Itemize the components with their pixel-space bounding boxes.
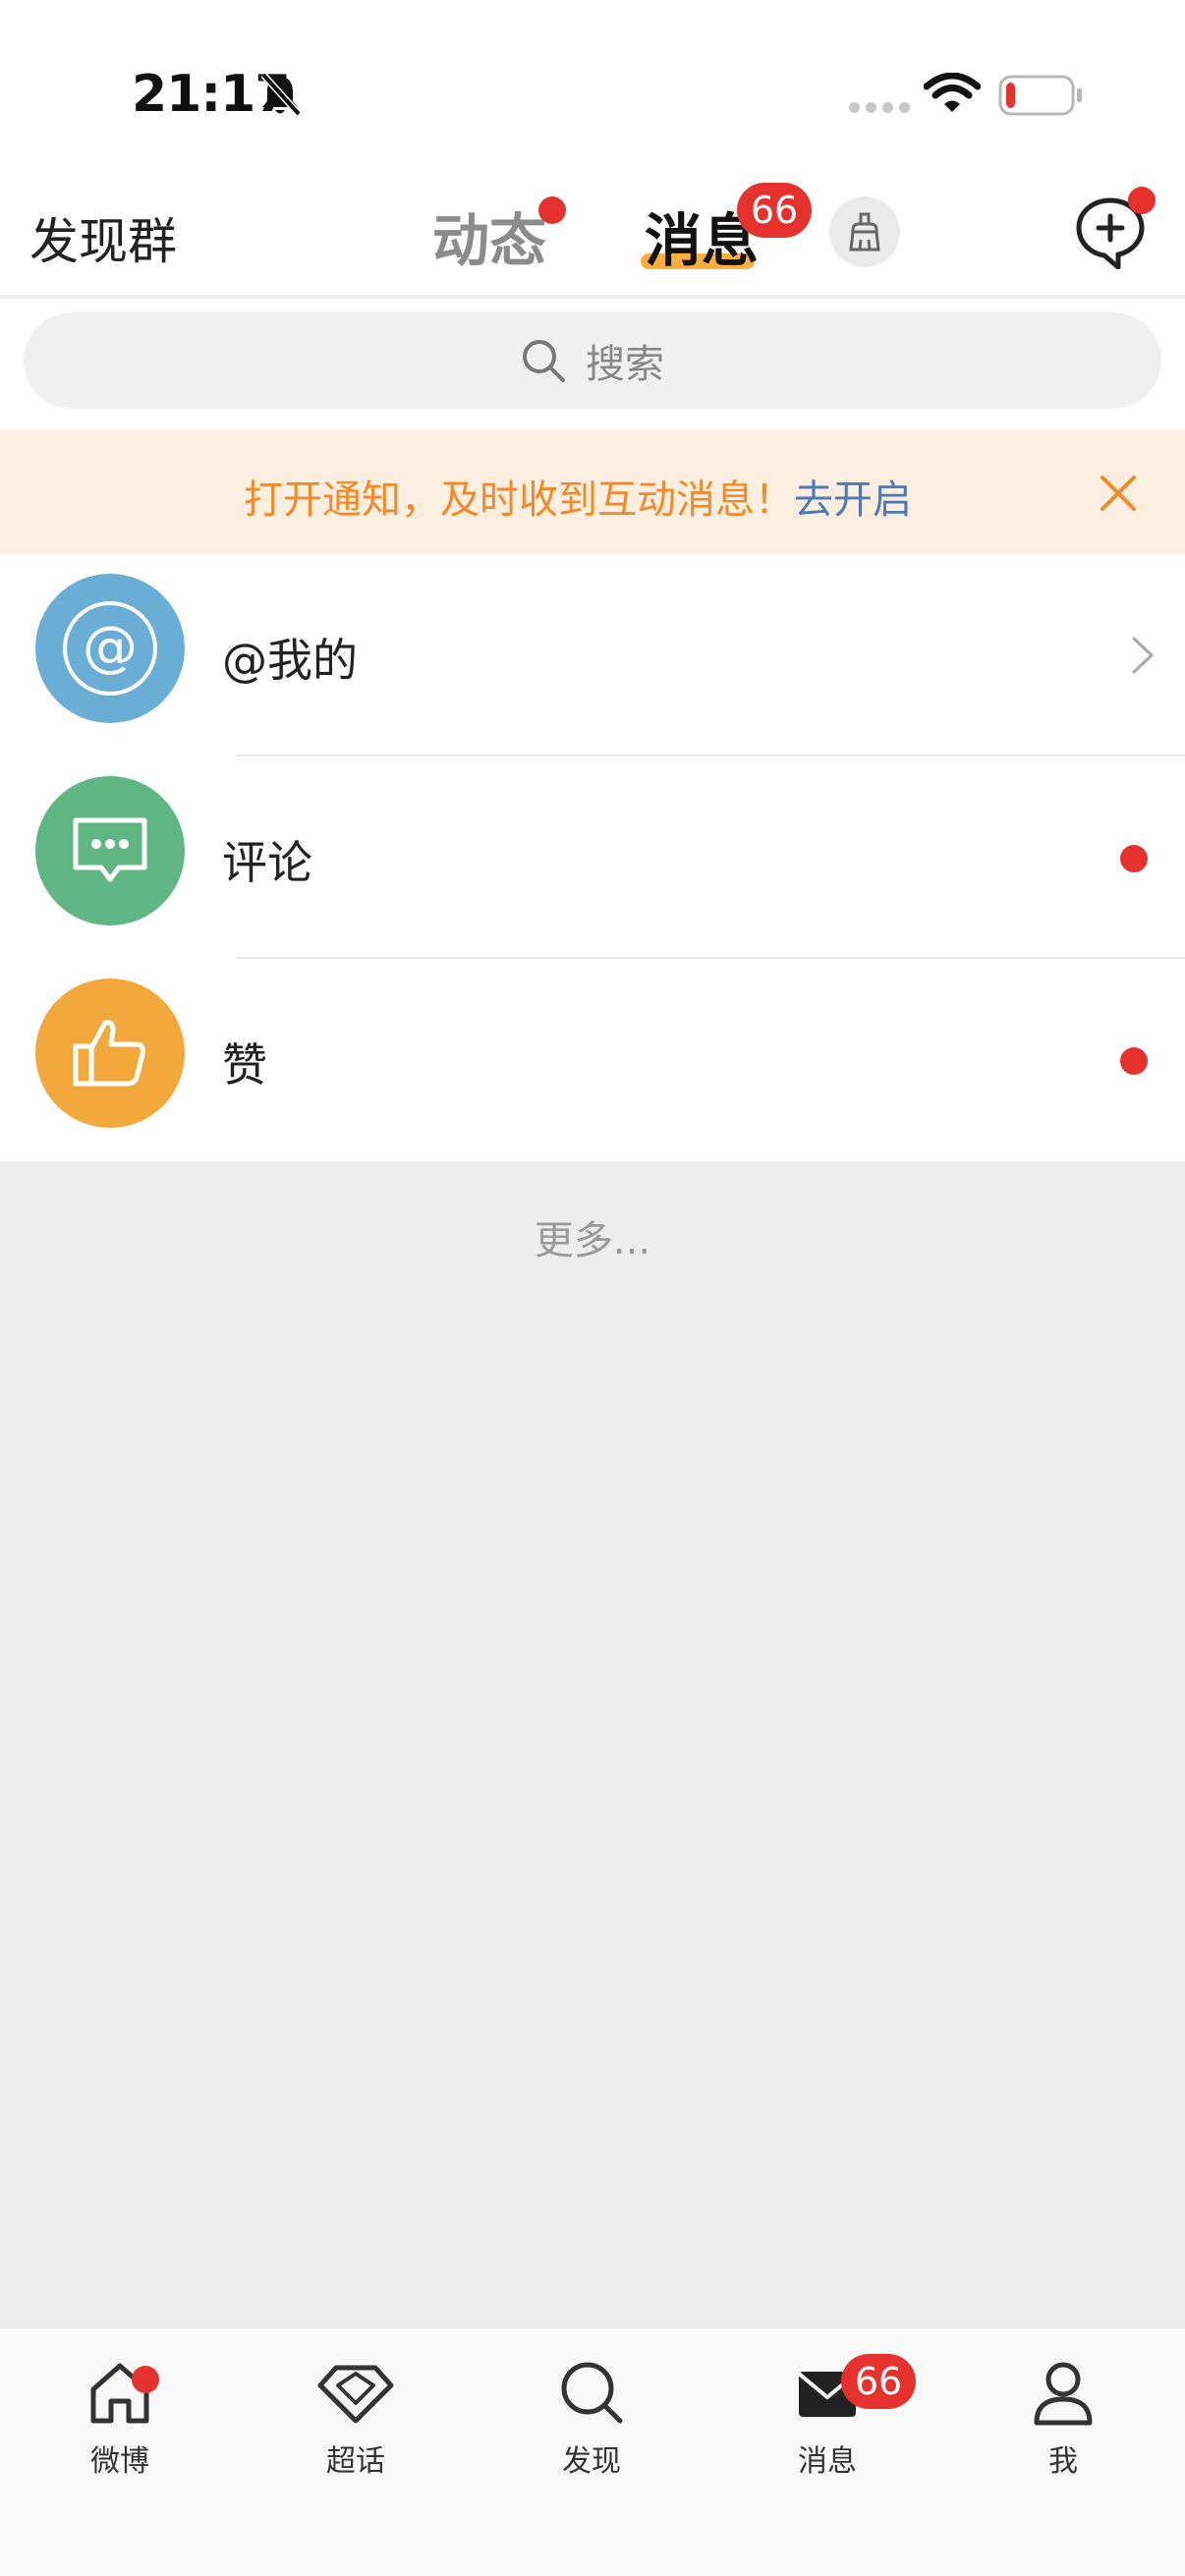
search-section: 搜索 <box>0 299 1185 430</box>
person-icon <box>1034 2362 1093 2426</box>
clean-unread-button[interactable] <box>829 196 900 267</box>
chevron-right-icon <box>1132 637 1154 674</box>
tab-weibo-dot <box>132 2366 159 2393</box>
tab-weibo[interactable]: 微博 <box>41 2358 198 2486</box>
comments-unread-dot <box>1120 845 1148 872</box>
at-icon: @ <box>63 601 157 696</box>
search-icon <box>561 2362 623 2424</box>
tab-messages-badge: 66 <box>737 183 812 238</box>
mentions-avatar: @ <box>35 574 185 723</box>
list-item-mentions[interactable]: @ @我的 <box>0 554 1185 756</box>
enable-notifications-link[interactable]: 去开启 <box>794 477 912 523</box>
compose-dot <box>1128 187 1156 214</box>
tab-me[interactable]: 我 <box>985 2358 1142 2486</box>
search-icon <box>523 340 565 382</box>
tab-weibo-label: 微博 <box>90 2444 149 2479</box>
tab-messages-bottom[interactable]: 消息 66 <box>749 2354 916 2486</box>
tab-me-label: 我 <box>1048 2444 1078 2479</box>
battery-low-icon <box>998 75 1082 116</box>
notification-banner: 打开通知，及时收到互动消息！去开启 <box>0 430 1185 554</box>
tab-messages-bottom-badge: 66 <box>841 2354 916 2409</box>
top-nav: 发现群 动态 消息 66 <box>0 167 1185 297</box>
tab-super-topics[interactable]: 超话 <box>277 2358 434 2486</box>
message-category-list: @ @我的 评论 赞 <box>0 554 1185 1161</box>
likes-label: 赞 <box>222 1038 267 1092</box>
tab-dynamic[interactable]: 动态 <box>432 195 546 277</box>
search-input[interactable]: 搜索 <box>24 312 1161 409</box>
comment-icon <box>73 817 147 882</box>
close-icon[interactable] <box>1099 474 1138 513</box>
tab-discover[interactable]: 发现 <box>513 2358 670 2486</box>
tab-dynamic-dot <box>538 196 566 224</box>
comments-label: 评论 <box>222 836 312 889</box>
diamond-icon <box>317 2365 394 2424</box>
likes-unread-dot <box>1120 1047 1148 1075</box>
notification-message: 打开通知，及时收到互动消息！ <box>244 477 794 523</box>
bell-muted-icon <box>260 72 302 117</box>
tab-messages-bottom-label: 消息 <box>798 2444 857 2479</box>
messages-page: 21:17 发现群 动态 消息 66 搜索 打开通知，及时收到互动消息！去开启 … <box>0 0 1185 2576</box>
tab-discover-label: 发现 <box>562 2444 621 2479</box>
mentions-label: @我的 <box>222 634 358 687</box>
notification-text-row: 打开通知，及时收到互动消息！去开启 <box>244 468 912 525</box>
list-item-likes[interactable]: 赞 <box>0 959 1185 1161</box>
signal-icon <box>849 102 910 113</box>
broom-icon <box>849 212 880 252</box>
search-placeholder: 搜索 <box>586 342 664 387</box>
list-item-comments[interactable]: 评论 <box>0 756 1185 959</box>
comments-avatar <box>35 776 185 925</box>
wifi-icon <box>924 73 981 112</box>
tab-super-topics-label: 超话 <box>326 2444 385 2479</box>
status-bar: 21:17 <box>0 0 1185 167</box>
svg-text:@: @ <box>83 615 138 679</box>
more-link[interactable]: 更多... <box>0 1208 1185 1265</box>
thumbs-up-icon <box>73 1020 145 1087</box>
home-indicator <box>0 2515 1185 2576</box>
likes-avatar <box>35 979 185 1128</box>
discover-groups-link[interactable]: 发现群 <box>29 202 177 273</box>
